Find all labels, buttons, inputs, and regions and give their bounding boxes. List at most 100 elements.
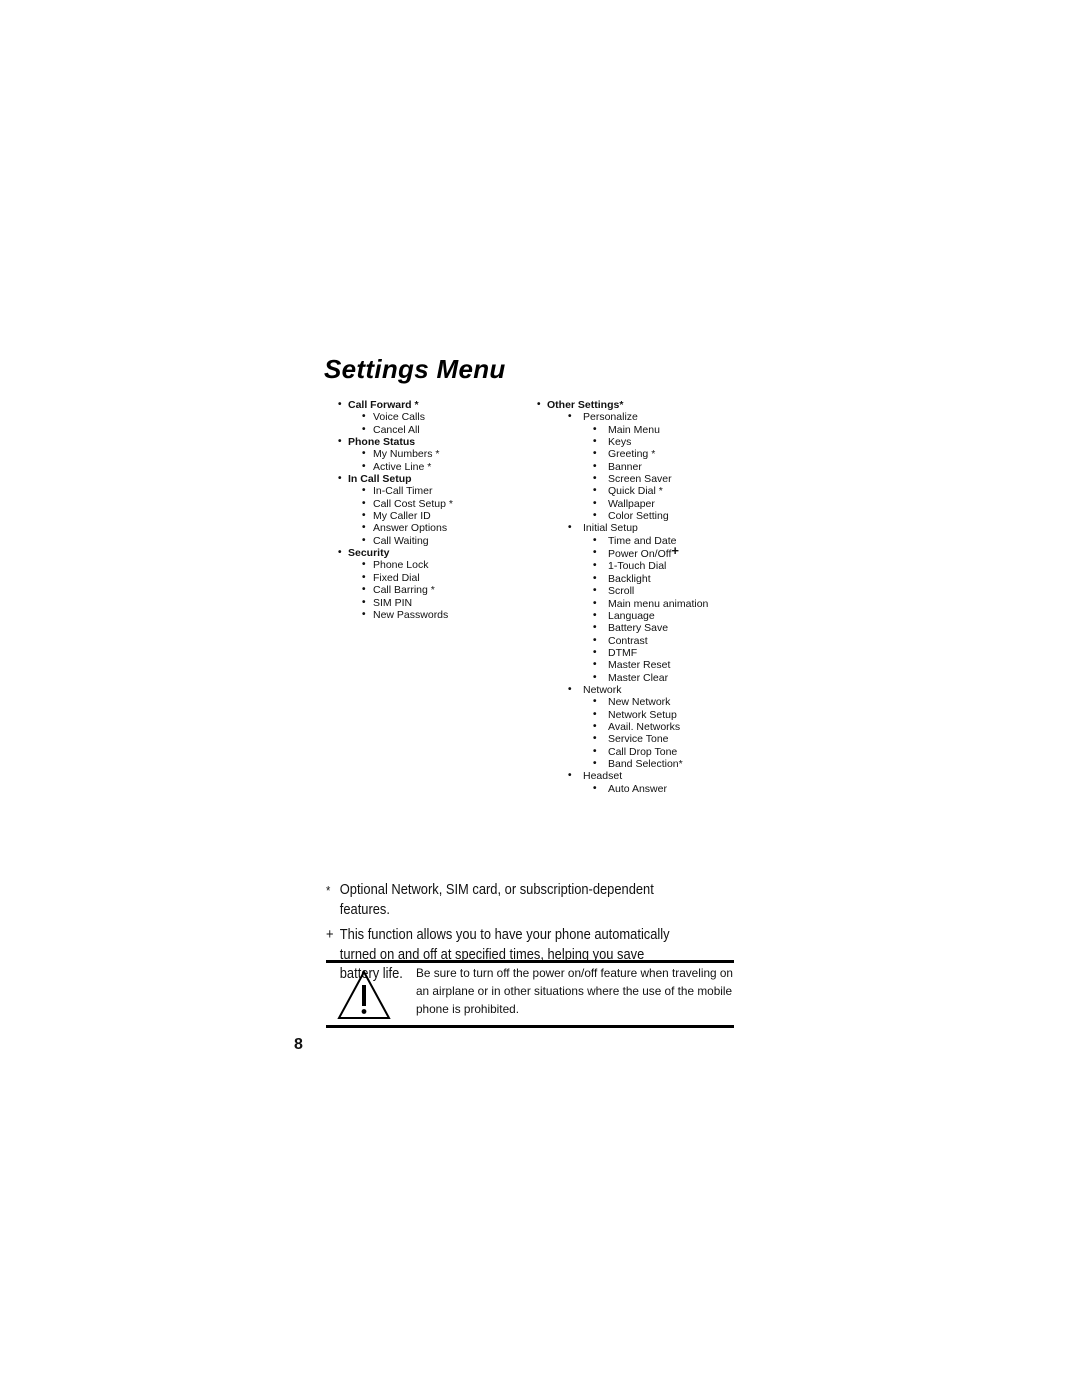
bullet-icon: • — [362, 460, 366, 472]
bullet-icon: • — [593, 609, 597, 621]
menu-item-label: Call Barring * — [373, 584, 435, 597]
menu-list-left: • Call Forward * • Voice Calls • Cancel All • P… — [338, 399, 528, 621]
menu-item: • Language — [537, 610, 757, 622]
bullet-icon: • — [593, 646, 597, 658]
menu-item-label: In-Call Timer — [373, 485, 433, 498]
submenu-list: • Main Menu • Keys • Greeting * • Banner • Screen… — [537, 424, 757, 523]
menu-item: • Backlight — [537, 573, 757, 585]
menu-item-label: In Call Setup — [348, 473, 412, 486]
menu-item: • Initial Setup — [537, 522, 757, 534]
warning-top-rule — [326, 960, 734, 963]
bullet-icon: • — [568, 411, 572, 423]
submenu-list: • Phone Lock • Fixed Dial • Call Barring * • SI… — [338, 559, 528, 621]
bullet-icon: • — [593, 534, 597, 546]
bullet-icon: • — [593, 782, 597, 794]
bullet-icon: • — [593, 634, 597, 646]
menu-item: • Main menu animation — [537, 598, 757, 610]
menu-item-label: Other Settings* — [547, 399, 624, 411]
menu-item-label: New Network — [608, 696, 671, 709]
menu-item: • Cancel All — [338, 424, 528, 436]
bullet-icon: • — [593, 460, 597, 472]
menu-list-right: • Other Settings* • Personalize • Main Menu • K… — [537, 399, 757, 795]
warning-triangle-icon — [337, 970, 391, 1019]
menu-item: • Keys — [537, 436, 757, 448]
bullet-icon: • — [537, 399, 541, 410]
menu-item-label: Time and Date — [608, 534, 677, 547]
menu-item-label: DTMF — [608, 646, 638, 659]
bullet-icon: • — [362, 596, 366, 608]
menu-item-label: Band Selection* — [608, 757, 683, 770]
menu-item: • Call Waiting — [338, 535, 528, 547]
menu-item: • Banner — [537, 461, 757, 473]
menu-item: • New Network — [537, 696, 757, 708]
menu-item: • Fixed Dial — [338, 572, 528, 584]
bullet-icon: • — [568, 770, 572, 782]
menu-item: • New Passwords — [338, 609, 528, 621]
menu-item: • Voice Calls — [338, 411, 528, 423]
bullet-icon: • — [338, 436, 342, 448]
footnote-optional: * Optional Network, SIM card, or subscri… — [326, 880, 687, 919]
bullet-icon: • — [593, 436, 597, 448]
page-number: 8 — [294, 1036, 303, 1053]
menu-item-label: Main Menu — [608, 423, 660, 436]
menu-column-left: • Call Forward * • Voice Calls • Cancel All • P… — [338, 399, 528, 621]
menu-item: • Call Drop Tone — [537, 746, 757, 758]
menu-item: • Scroll — [537, 585, 757, 597]
menu-item: • Network — [537, 684, 757, 696]
menu-item: • Answer Options — [338, 522, 528, 534]
menu-item-label: Color Setting — [608, 510, 669, 523]
submenu-list: • Voice Calls • Cancel All — [338, 411, 528, 436]
menu-item-label: Battery Save — [608, 622, 669, 635]
menu-item-label: Fixed Dial — [373, 571, 420, 584]
menu-item-label: Keys — [608, 436, 632, 449]
menu-item: • SIM PIN — [338, 597, 528, 609]
menu-item-label: Backlight — [608, 572, 651, 585]
menu-item: • My Numbers * — [338, 448, 528, 460]
menu-item-label: New Passwords — [373, 608, 449, 621]
menu-item: • Greeting * — [537, 448, 757, 460]
menu-item: • Call Barring * — [338, 584, 528, 596]
bullet-icon: • — [362, 448, 366, 460]
bullet-icon: • — [593, 510, 597, 522]
submenu-list: • In-Call Timer • Call Cost Setup * • My Call… — [338, 485, 528, 547]
bullet-icon: • — [338, 473, 342, 485]
menu-item-label: Power On/Off — [608, 548, 672, 561]
menu-item-label: Main menu animation — [608, 597, 709, 610]
bullet-icon: • — [593, 485, 597, 497]
menu-group: • Security — [338, 547, 528, 559]
menu-item: • In-Call Timer — [338, 485, 528, 497]
bullet-icon: • — [593, 572, 597, 584]
menu-item: • Battery Save — [537, 622, 757, 634]
menu-item-label: Scroll — [608, 585, 635, 598]
asterisk-symbol: * — [326, 883, 331, 898]
menu-item-label: Security — [348, 547, 390, 560]
bullet-icon: • — [593, 708, 597, 720]
warning-text: Be sure to turn off the power on/off fea… — [416, 966, 733, 1016]
bullet-icon: • — [362, 485, 366, 497]
menu-group: • Phone Status — [338, 436, 528, 448]
menu-column-right: • Other Settings* • Personalize • Main Menu • K… — [537, 399, 757, 795]
menu-item: • Call Cost Setup * — [338, 498, 528, 510]
menu-item: • Personalize — [537, 411, 757, 423]
submenu-list: • New Network • Network Setup • Avail. Networ… — [537, 696, 757, 770]
menu-item-label: Wallpaper — [608, 497, 655, 510]
menu-item: • Wallpaper — [537, 498, 757, 510]
bullet-icon: • — [362, 522, 366, 534]
menu-item-label: Network — [583, 683, 622, 696]
bullet-icon: • — [593, 423, 597, 435]
menu-item: • Quick Dial * — [537, 485, 757, 497]
bullet-icon: • — [593, 622, 597, 634]
menu-item-label: Auto Answer — [608, 782, 667, 795]
menu-group: • In Call Setup — [338, 473, 528, 485]
menu-group: • Other Settings* — [537, 399, 757, 411]
menu-item: • Phone Lock — [338, 559, 528, 571]
menu-item-label: Call Waiting — [373, 534, 429, 547]
menu-item: • Master Clear — [537, 672, 757, 684]
menu-item-label: Initial Setup — [583, 522, 638, 535]
bullet-icon: • — [593, 671, 597, 683]
bullet-icon: • — [568, 522, 572, 534]
menu-item-label: Avail. Networks — [608, 720, 681, 733]
menu-item-label: Headset — [583, 770, 623, 783]
menu-item-label: Phone Status — [348, 436, 416, 449]
bullet-icon: • — [593, 560, 597, 572]
